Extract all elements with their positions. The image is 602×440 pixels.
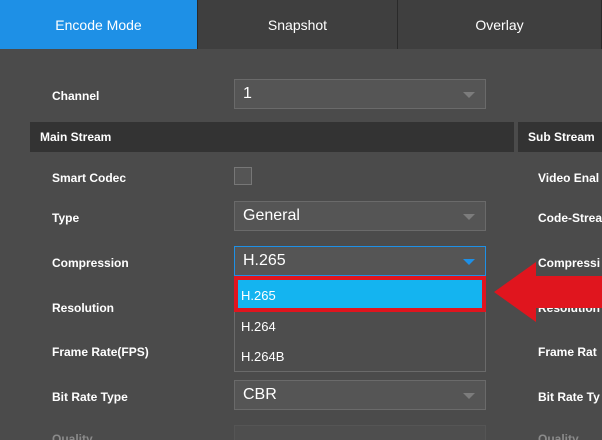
tab-snapshot[interactable]: Snapshot [198,0,398,49]
tab-encode-mode[interactable]: Encode Mode [0,0,198,49]
type-label: Type [52,211,80,225]
smart-codec-label: Smart Codec [52,171,127,185]
type-value: General [243,207,300,224]
bit-rate-type-value: CBR [243,386,277,403]
compression-value: H.265 [243,252,286,269]
bit-rate-type-select[interactable]: CBR [234,380,486,410]
sub-stream-header: Sub Stream [518,122,602,152]
type-select[interactable]: General [234,201,486,231]
red-arrow-icon [494,262,602,322]
frame-rate-label: Frame Rate(FPS) [52,345,149,359]
sub-label-quality: Quality [538,432,579,440]
sub-label-code-stream: Code-Strea [538,211,602,225]
quality-label: Quality [52,432,93,440]
chevron-down-icon [463,92,475,98]
resolution-label: Resolution [52,301,114,315]
main-stream-header: Main Stream [30,122,514,152]
compression-select[interactable]: H.265 [234,246,486,276]
sub-label-frame-rate: Frame Rat [538,345,597,359]
tab-bar: Encode Mode Snapshot Overlay [0,0,602,49]
tab-overlay[interactable]: Overlay [398,0,602,49]
channel-value: 1 [243,85,252,102]
channel-select[interactable]: 1 [234,79,486,109]
channel-label: Channel [52,89,100,103]
quality-select[interactable] [234,425,486,440]
sub-stream-title: Sub Stream [528,130,595,144]
chevron-down-icon [463,214,475,220]
bit-rate-type-label: Bit Rate Type [52,390,128,404]
main-stream-title: Main Stream [40,130,112,144]
highlight-box [234,276,486,312]
chevron-down-icon [463,393,475,399]
chevron-down-icon [463,259,475,265]
compression-option-h264[interactable]: H.264 [235,311,485,341]
compression-option-h264b[interactable]: H.264B [235,341,485,371]
sub-label-bit-rate-type: Bit Rate Ty [538,390,600,404]
smart-codec-checkbox[interactable] [234,167,252,185]
compression-label: Compression [52,256,129,270]
sub-label-video-enable: Video Enal [538,171,600,185]
